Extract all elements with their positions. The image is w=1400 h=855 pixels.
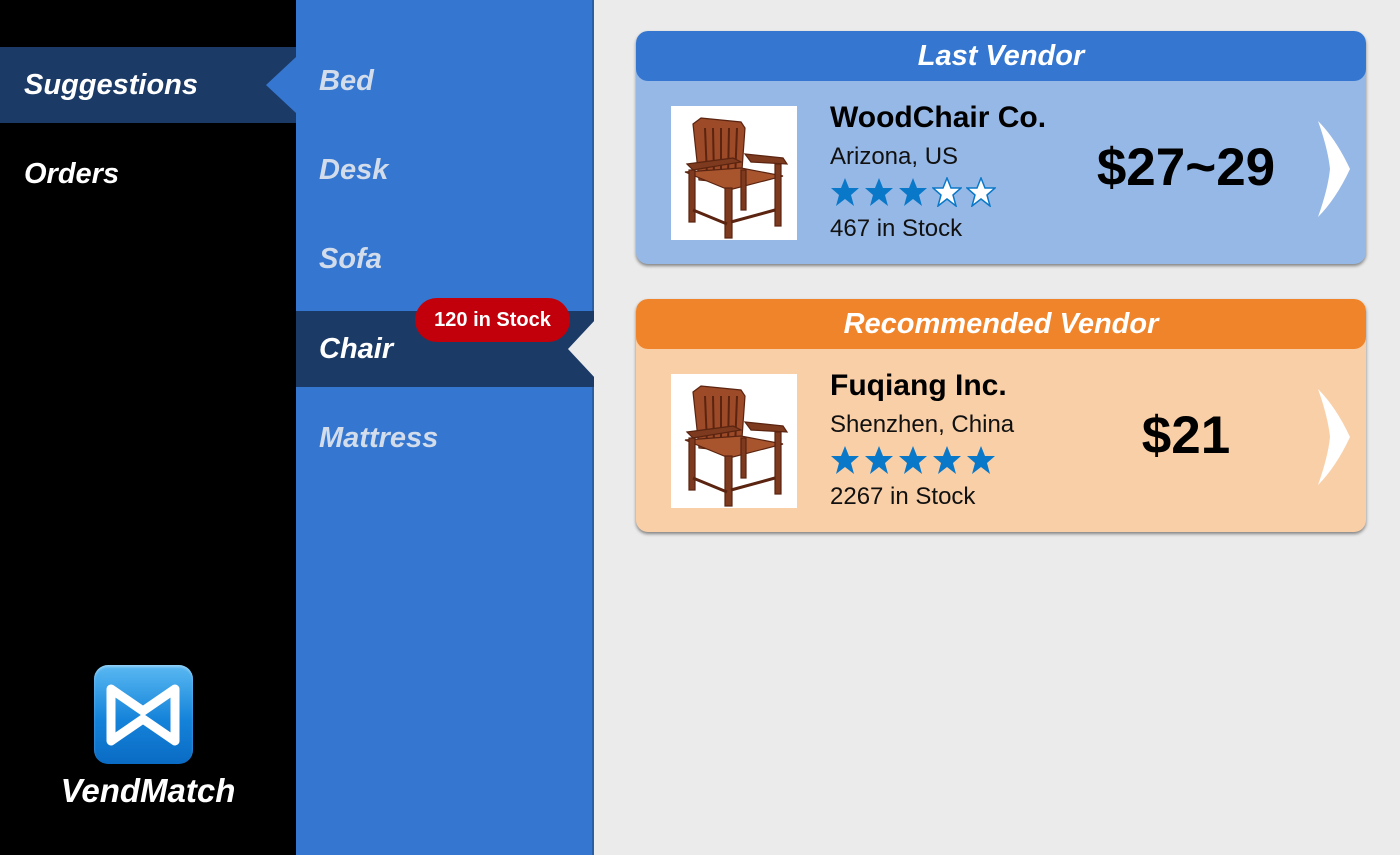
main-nav: Suggestions Orders VendMatch <box>0 0 296 855</box>
vendor-name: Fuqiang Inc. <box>830 369 1007 402</box>
chevron-right-icon[interactable] <box>1316 119 1352 219</box>
nav-item-label: Suggestions <box>24 68 199 101</box>
app-name: VendMatch <box>60 772 236 809</box>
stock-badge: 120 in Stock <box>415 298 570 342</box>
nav-item-label: Orders <box>24 157 120 190</box>
category-item-desk[interactable]: Desk <box>296 132 594 208</box>
vendor-rating <box>830 445 996 475</box>
vendor-name: WoodChair Co. <box>830 101 1047 134</box>
category-item-bed[interactable]: Bed <box>296 43 594 119</box>
card-header: Recommended Vendor <box>636 299 1366 349</box>
star-filled-icon <box>831 446 859 474</box>
category-label: Chair <box>319 332 394 365</box>
nav-item-orders[interactable]: Orders <box>0 136 296 212</box>
vendor-location: Arizona, US <box>830 143 959 170</box>
vendor-location: Shenzhen, China <box>830 411 1015 438</box>
star-filled-icon <box>967 446 995 474</box>
vendor-rating <box>830 177 996 207</box>
star-empty-icon <box>966 177 996 207</box>
category-label: Sofa <box>319 242 382 275</box>
last-vendor-card[interactable]: Last Vendor WoodChair Co. Arizona, US 46… <box>636 31 1366 264</box>
category-list: Bed Desk Sofa Chair Mattress <box>296 0 594 855</box>
chair-image <box>671 374 797 508</box>
star-filled-icon <box>899 446 927 474</box>
vendor-price: $27~29 <box>1096 138 1276 197</box>
star-filled-icon <box>933 446 961 474</box>
vendor-price: $21 <box>1141 406 1231 465</box>
chevron-right-icon[interactable] <box>1316 387 1352 487</box>
star-filled-icon <box>831 178 859 206</box>
star-empty-icon <box>932 177 962 207</box>
vendor-stock: 467 in Stock <box>830 215 963 242</box>
vendor-stock: 2267 in Stock <box>830 483 976 510</box>
vendmatch-logo-icon <box>94 665 193 764</box>
star-filled-icon <box>865 446 893 474</box>
category-label: Bed <box>319 64 374 97</box>
nav-item-suggestions[interactable]: Suggestions <box>0 47 296 123</box>
category-item-mattress[interactable]: Mattress <box>296 400 594 476</box>
recommended-vendor-card[interactable]: Recommended Vendor Fuqiang Inc. Shenzhen… <box>636 299 1366 532</box>
star-filled-icon <box>865 178 893 206</box>
chair-image <box>671 106 797 240</box>
category-label: Mattress <box>319 421 439 454</box>
card-header: Last Vendor <box>636 31 1366 81</box>
category-item-sofa[interactable]: Sofa <box>296 221 594 297</box>
category-label: Desk <box>319 153 389 186</box>
star-filled-icon <box>899 178 927 206</box>
